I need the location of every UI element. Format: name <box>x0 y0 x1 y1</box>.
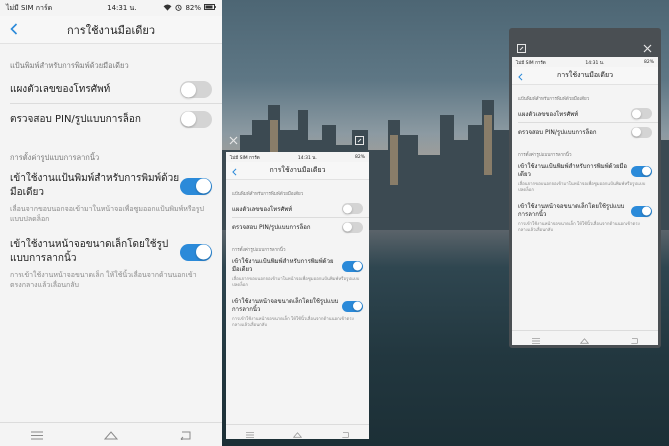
main-screen: ไม่มี SIM การ์ด 14:31 น. 82% การใช้งานมื… <box>0 0 222 446</box>
section-title-gesture: การตั้งค่ารูปแบบการลากนิ้ว <box>232 248 286 253</box>
row-pin[interactable]: ตรวจสอบ PIN/รูปแบบการล็อก <box>226 218 369 236</box>
row-keyboard-gesture[interactable]: เข้าใช้งานแป้นพิมพ์สำหรับการพิมพ์ด้วยมือ… <box>512 161 658 181</box>
row-dialpad-label: แผงตัวเลขของโทรศัพท์ <box>10 84 111 95</box>
row-pin-label: ตรวจสอบ PIN/รูปแบบการล็อก <box>10 113 141 125</box>
row-pin-label: ตรวจสอบ PIN/รูปแบบการล็อก <box>232 224 311 231</box>
status-bar: ไม่มี SIM การ์ด 14:31 น. 82% <box>0 0 222 16</box>
page-title: การใช้งานมือเดียว <box>556 71 614 79</box>
dialpad-toggle[interactable] <box>180 81 212 98</box>
close-icon[interactable] <box>229 130 238 149</box>
section-title-gesture: การตั้งค่ารูปแบบการลากนิ้ว <box>10 153 100 162</box>
page-title: การใช้งานมือเดียว <box>66 23 156 37</box>
small-screen-preview[interactable]: ไม่มี SIM การ์ด 14:31 น. 82% การใช้งานมื… <box>226 152 369 439</box>
bottom-navbar <box>512 330 658 345</box>
nav-header: การใช้งานมือเดียว <box>512 67 658 85</box>
row-keyboard-label: เข้าใช้งานแป้นพิมพ์สำหรับการพิมพ์ด้วยมือ… <box>518 163 628 178</box>
section-title-keyboard: แป้นพิมพ์สำหรับการพิมพ์ด้วยมือเดียว <box>10 61 129 70</box>
keyboard-desc: เลื่อนจากขอบนอกจอเข้ามาในหน้าจอเพื่อซูมอ… <box>10 205 204 223</box>
pin-toggle[interactable] <box>180 110 212 128</box>
smallscreen-gesture-toggle[interactable] <box>180 243 212 261</box>
return-icon[interactable] <box>341 423 349 440</box>
row-smallscreen-gesture[interactable]: เข้าใช้งานหน้าจอขนาดเล็กโดยใช้รูปแบบการล… <box>0 234 222 268</box>
pin-toggle[interactable] <box>631 126 652 138</box>
row-smallscreen-label: เข้าใช้งานหน้าจอขนาดเล็กโดยใช้รูปแบบการล… <box>232 298 339 313</box>
row-dialpad[interactable]: แผงตัวเลขของโทรศัพท์ <box>512 105 658 122</box>
row-keyboard-gesture[interactable]: เข้าใช้งานแป้นพิมพ์สำหรับการพิมพ์ด้วยมือ… <box>0 168 222 202</box>
row-smallscreen-label: เข้าใช้งานหน้าจอขนาดเล็กโดยใช้รูปแบบการล… <box>518 203 625 218</box>
row-keyboard-gesture[interactable]: เข้าใช้งานแป้นพิมพ์สำหรับการพิมพ์ด้วยมือ… <box>226 256 369 276</box>
row-dialpad-label: แผงตัวเลขของโทรศัพท์ <box>518 110 579 118</box>
home-icon[interactable] <box>580 329 590 346</box>
smallscreen-desc: การเข้าใช้งานหน้าจอขนาดเล็ก ให้ใช้นิ้วเล… <box>10 271 197 289</box>
menu-icon[interactable] <box>245 423 254 440</box>
chevron-left-icon <box>10 20 18 39</box>
battery-percent: 82% <box>185 4 201 12</box>
section-title-gesture: การตั้งค่ารูปแบบการลากนิ้ว <box>518 153 572 158</box>
chevron-left-icon <box>232 161 237 180</box>
keyboard-desc: เลื่อนจากขอบนอกจอเข้ามาในหน้าจอเพื่อซูมอ… <box>232 277 360 288</box>
row-pin[interactable]: ตรวจสอบ PIN/รูปแบบการล็อก <box>512 123 658 141</box>
home-icon[interactable] <box>292 423 303 440</box>
carrier-label: ไม่มี SIM การ์ด <box>230 155 260 161</box>
carrier-label: ไม่มี SIM การ์ด <box>6 3 53 12</box>
dialpad-toggle[interactable] <box>631 108 652 119</box>
back-button[interactable] <box>0 16 18 43</box>
keyboard-desc: เลื่อนจากขอบนอกจอเข้ามาในหน้าจอเพื่อซูมอ… <box>518 182 646 193</box>
section-title-keyboard: แป้นพิมพ์สำหรับการพิมพ์ด้วยมือเดียว <box>518 97 590 102</box>
alarm-icon <box>175 4 182 13</box>
bottom-navbar <box>226 424 369 439</box>
row-dialpad[interactable]: แผงตัวเลขของโทรศัพท์ <box>226 200 369 217</box>
smallscreen-desc: การเข้าใช้งานหน้าจอขนาดเล็ก ให้ใช้นิ้วเล… <box>232 317 354 328</box>
return-icon[interactable] <box>630 329 638 346</box>
menu-icon[interactable] <box>532 329 541 346</box>
close-icon[interactable] <box>643 38 652 57</box>
back-button[interactable] <box>512 67 523 84</box>
battery-icon <box>204 4 216 12</box>
resize-icon[interactable] <box>517 38 526 57</box>
keyboard-gesture-toggle[interactable] <box>180 177 212 195</box>
wifi-icon <box>163 3 172 13</box>
row-keyboard-label: เข้าใช้งานแป้นพิมพ์สำหรับการพิมพ์ด้วยมือ… <box>232 258 334 273</box>
row-keyboard-label: เข้าใช้งานแป้นพิมพ์สำหรับการพิมพ์ด้วยมือ… <box>10 173 180 198</box>
clock-label: 14:31 น. <box>297 155 317 161</box>
smallscreen-gesture-toggle[interactable] <box>342 300 363 312</box>
back-button[interactable] <box>226 162 237 179</box>
menu-icon[interactable] <box>30 425 43 444</box>
page-title: การใช้งานมือเดียว <box>269 166 326 174</box>
return-icon[interactable] <box>179 425 191 444</box>
row-dialpad[interactable]: แผงตัวเลขของโทรศัพท์ <box>0 76 222 103</box>
keyboard-gesture-toggle[interactable] <box>342 260 363 272</box>
smallscreen-gesture-toggle[interactable] <box>631 205 652 217</box>
status-bar: ไม่มี SIM การ์ด 14:31 น. 82% <box>512 57 658 67</box>
section-title-keyboard: แป้นพิมพ์สำหรับการพิมพ์ด้วยมือเดียว <box>232 192 304 197</box>
row-pin[interactable]: ตรวจสอบ PIN/รูปแบบการล็อก <box>0 104 222 134</box>
nav-header: การใช้งานมือเดียว <box>226 162 369 180</box>
row-smallscreen-gesture[interactable]: เข้าใช้งานหน้าจอขนาดเล็กโดยใช้รูปแบบการล… <box>226 296 369 316</box>
status-right: 82% <box>163 3 216 13</box>
resize-icon[interactable] <box>355 130 364 149</box>
row-pin-label: ตรวจสอบ PIN/รูปแบบการล็อก <box>518 129 597 136</box>
nav-header: การใช้งานมือเดียว <box>0 16 222 44</box>
bottom-navbar <box>0 422 222 446</box>
chevron-left-icon <box>518 66 523 85</box>
floating-small-screen[interactable]: ไม่มี SIM การ์ด 14:31 น. 82% การใช้งานมื… <box>512 57 658 345</box>
clock-label: 14:31 น. <box>107 3 137 12</box>
status-bar: ไม่มี SIM การ์ด 14:31 น. 82% <box>226 152 369 162</box>
keyboard-gesture-toggle[interactable] <box>631 165 652 177</box>
row-smallscreen-gesture[interactable]: เข้าใช้งานหน้าจอขนาดเล็กโดยใช้รูปแบบการล… <box>512 201 658 221</box>
home-icon[interactable] <box>103 425 119 444</box>
row-dialpad-label: แผงตัวเลขของโทรศัพท์ <box>232 205 293 213</box>
clock-label: 14:31 น. <box>585 60 605 66</box>
carrier-label: ไม่มี SIM การ์ด <box>516 60 546 66</box>
battery-percent: 82% <box>354 154 365 160</box>
pin-toggle[interactable] <box>342 221 363 233</box>
row-smallscreen-label: เข้าใช้งานหน้าจอขนาดเล็กโดยใช้รูปแบบการล… <box>10 239 169 264</box>
smallscreen-desc: การเข้าใช้งานหน้าจอขนาดเล็ก ให้ใช้นิ้วเล… <box>518 222 640 233</box>
dialpad-toggle[interactable] <box>342 203 363 214</box>
battery-percent: 82% <box>643 59 654 65</box>
